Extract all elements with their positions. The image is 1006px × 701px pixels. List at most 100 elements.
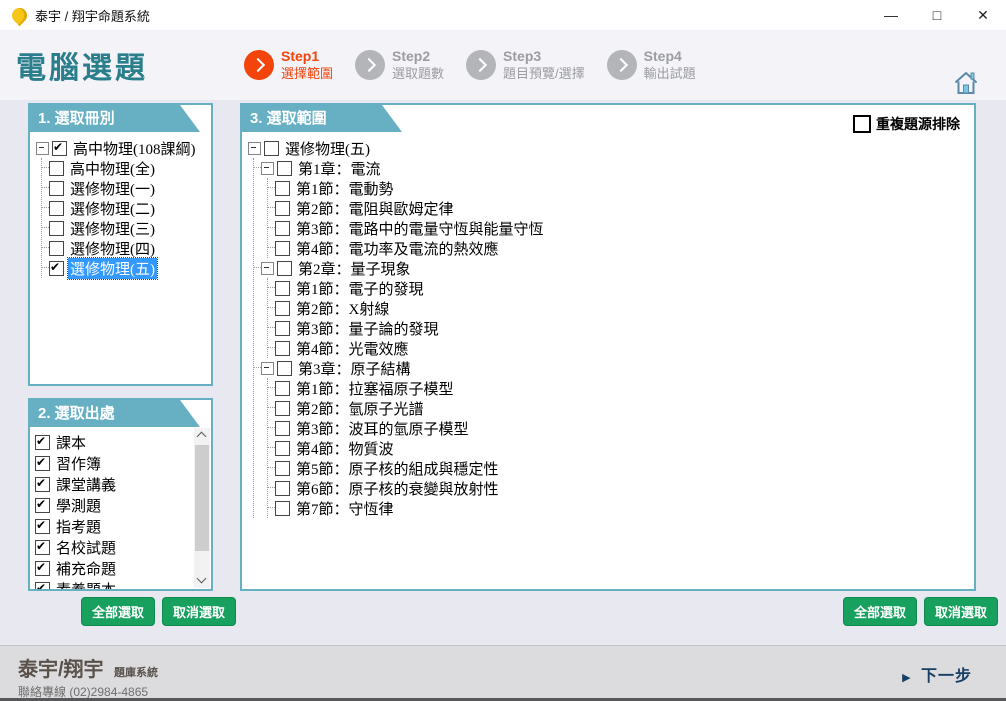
- checkbox[interactable]: [35, 519, 50, 534]
- step-3[interactable]: Step3題目預覽/選擇: [466, 48, 585, 82]
- tree-item-label[interactable]: 高中物理(108課綱): [71, 138, 198, 159]
- step-1[interactable]: Step1選擇範圍: [244, 48, 333, 82]
- select-all-button-left[interactable]: 全部選取: [81, 597, 155, 626]
- tree-item-label[interactable]: 第7節：守恆律: [294, 498, 396, 519]
- checkbox[interactable]: [275, 181, 290, 196]
- tree-item-label[interactable]: 選修物理(一): [68, 178, 157, 199]
- tree-item-label[interactable]: 第4節：電功率及電流的熱效應: [294, 238, 501, 259]
- checkbox[interactable]: [264, 141, 279, 156]
- list-item-label[interactable]: 課本: [54, 432, 88, 453]
- checkbox[interactable]: [49, 241, 64, 256]
- checkbox[interactable]: [275, 381, 290, 396]
- tree-item-label[interactable]: 第6節：原子核的衰變與放射性: [294, 478, 501, 499]
- list-item-label[interactable]: 素養題本: [54, 579, 118, 591]
- checkbox[interactable]: [275, 221, 290, 236]
- tree-item-label[interactable]: 第3章：原子結構: [296, 358, 413, 379]
- checkbox[interactable]: [275, 301, 290, 316]
- checkbox[interactable]: [35, 477, 50, 492]
- tree-item-label[interactable]: 第5節：原子核的組成與穩定性: [294, 458, 501, 479]
- tree-item-label[interactable]: 第2節：氫原子光譜: [294, 398, 426, 419]
- tree-item-label[interactable]: 第1節：拉塞福原子模型: [294, 378, 456, 399]
- scrollbar[interactable]: [194, 428, 210, 588]
- dedupe-checkbox[interactable]: [853, 115, 871, 133]
- tree-item-label[interactable]: 第2節：電阻與歐姆定律: [294, 198, 456, 219]
- tree-item-label[interactable]: 選修物理(二): [68, 198, 157, 219]
- list-item-label[interactable]: 學測題: [54, 495, 103, 516]
- tree-item-label[interactable]: 第1章：電流: [296, 158, 383, 179]
- checkbox[interactable]: [49, 161, 64, 176]
- tree-item-label[interactable]: 選修物理(四): [68, 238, 157, 259]
- step-4[interactable]: Step4輸出試題: [607, 48, 696, 82]
- list-item-label[interactable]: 習作簿: [54, 453, 103, 474]
- scroll-down-icon[interactable]: [194, 573, 210, 588]
- checkbox[interactable]: [275, 421, 290, 436]
- tree-item-label[interactable]: 高中物理(全): [68, 158, 157, 179]
- tree-expander-icon[interactable]: [36, 142, 49, 155]
- checkbox[interactable]: [35, 435, 50, 450]
- checkbox[interactable]: [35, 540, 50, 555]
- tree-item-label[interactable]: 第2章：量子現象: [296, 258, 413, 279]
- deselect-button-right[interactable]: 取消選取: [924, 597, 998, 626]
- panel-source-header: 2. 選取出處: [30, 400, 211, 427]
- next-step-button[interactable]: ▶ 下一步: [902, 662, 972, 686]
- tree-item-label[interactable]: 選修物理(五): [68, 258, 157, 279]
- step-2[interactable]: Step2選取題數: [355, 48, 444, 82]
- checkbox[interactable]: [49, 261, 64, 276]
- checkbox[interactable]: [275, 321, 290, 336]
- tree-item-label[interactable]: 第2節：X射線: [294, 298, 391, 319]
- tree-item-label[interactable]: 第1節：電子的發現: [294, 278, 426, 299]
- tree-expander-icon[interactable]: [261, 362, 274, 375]
- checkbox[interactable]: [275, 201, 290, 216]
- tree-item-label[interactable]: 第4節：物質波: [294, 438, 396, 459]
- checkbox[interactable]: [275, 481, 290, 496]
- tree-row: 選修物理(三): [42, 218, 209, 238]
- checkbox[interactable]: [49, 201, 64, 216]
- list-item-label[interactable]: 課堂講義: [54, 474, 118, 495]
- list-item-label[interactable]: 名校試題: [54, 537, 118, 558]
- step-label: Step4: [644, 48, 696, 65]
- checkbox[interactable]: [275, 401, 290, 416]
- minimize-button[interactable]: —: [868, 1, 914, 30]
- checkbox[interactable]: [35, 582, 50, 591]
- tree-row: 第6節：原子核的衰變與放射性: [268, 478, 972, 498]
- checkbox[interactable]: [35, 561, 50, 576]
- tree-item-label[interactable]: 第3節：量子論的發現: [294, 318, 441, 339]
- checkbox[interactable]: [275, 281, 290, 296]
- checkbox[interactable]: [52, 141, 67, 156]
- checkbox[interactable]: [35, 498, 50, 513]
- checkbox[interactable]: [49, 181, 64, 196]
- checkbox[interactable]: [275, 341, 290, 356]
- tree-expander-icon[interactable]: [248, 142, 261, 155]
- tree-row: 選修物理(二): [42, 198, 209, 218]
- tree-item-label[interactable]: 第3節：電路中的電量守恆與能量守恆: [294, 218, 546, 239]
- tree-row: 第4節：電功率及電流的熱效應: [268, 238, 972, 258]
- checkbox[interactable]: [35, 456, 50, 471]
- tree-item-label[interactable]: 第4節：光電效應: [294, 338, 411, 359]
- checkbox[interactable]: [275, 441, 290, 456]
- checkbox[interactable]: [49, 221, 64, 236]
- scroll-up-icon[interactable]: [194, 428, 210, 443]
- checkbox[interactable]: [275, 461, 290, 476]
- checkbox[interactable]: [275, 501, 290, 516]
- tree-item-label[interactable]: 第3節：波耳的氫原子模型: [294, 418, 471, 439]
- deselect-button-left[interactable]: 取消選取: [162, 597, 236, 626]
- list-item-label[interactable]: 補充命題: [54, 558, 118, 579]
- list-item-label[interactable]: 指考題: [54, 516, 103, 537]
- checkbox[interactable]: [277, 361, 292, 376]
- close-button[interactable]: ✕: [960, 1, 1006, 30]
- list-item: 素養題本: [35, 579, 211, 591]
- tree-item-label[interactable]: 第1節：電動勢: [294, 178, 396, 199]
- footer-brand-suffix: 題庫系統: [114, 667, 158, 679]
- select-all-button-right[interactable]: 全部選取: [843, 597, 917, 626]
- scroll-thumb[interactable]: [195, 445, 209, 551]
- maximize-button[interactable]: □: [914, 1, 960, 30]
- tree-item-label[interactable]: 選修物理(五): [283, 138, 372, 159]
- tree-expander-icon[interactable]: [261, 162, 274, 175]
- tree-item-label[interactable]: 選修物理(三): [68, 218, 157, 239]
- tree-row: 高中物理(全): [42, 158, 209, 178]
- checkbox[interactable]: [277, 161, 292, 176]
- tree-expander-icon[interactable]: [261, 262, 274, 275]
- checkbox[interactable]: [277, 261, 292, 276]
- checkbox[interactable]: [275, 241, 290, 256]
- scope-actions: 全部選取 取消選取: [843, 597, 998, 626]
